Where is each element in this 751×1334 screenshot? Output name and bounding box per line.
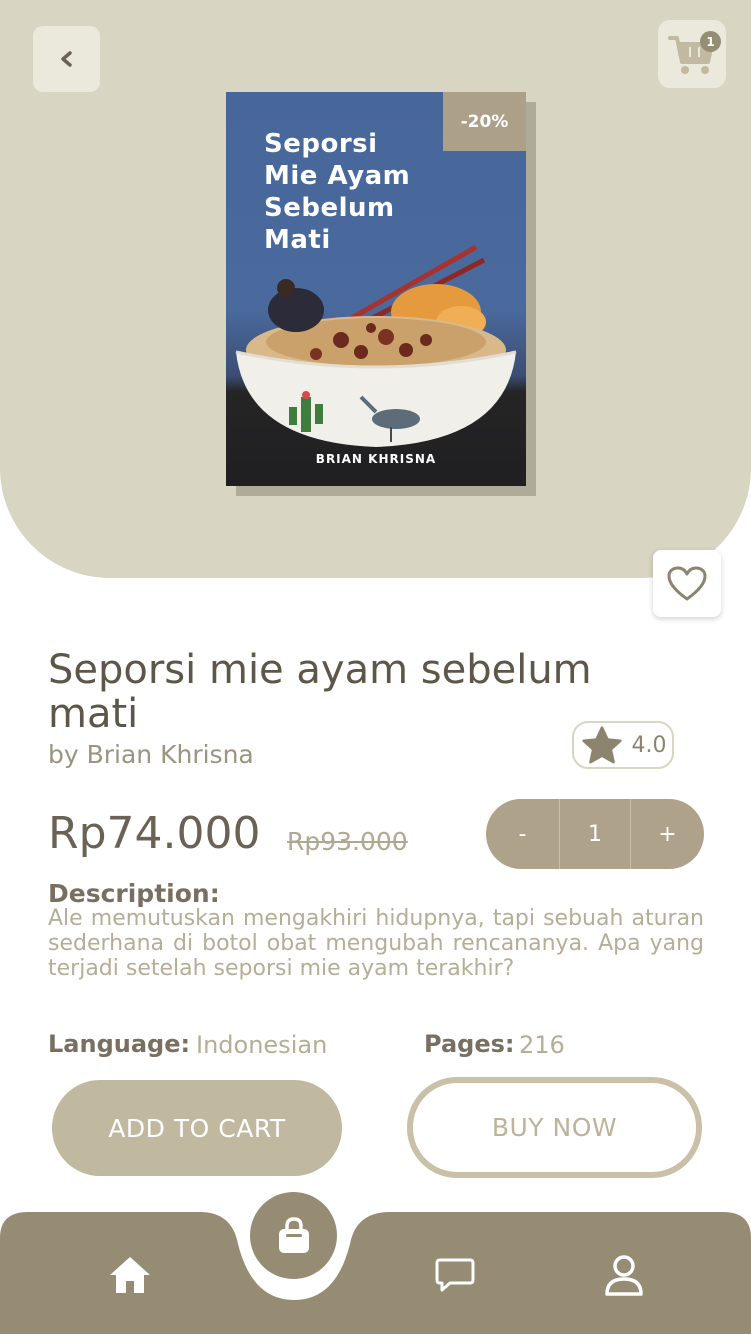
book-cover: Seporsi Mie Ayam Sebelum Mati BRIAN KHRI… xyxy=(226,92,526,486)
chevron-left-icon xyxy=(60,51,72,67)
star-icon xyxy=(581,726,622,764)
quantity-value[interactable]: 1 xyxy=(559,799,631,869)
book-title: Seporsi mie ayam sebelum mati xyxy=(48,647,592,737)
nav-home-button[interactable] xyxy=(103,1250,157,1300)
nav-chat-button[interactable] xyxy=(431,1252,479,1298)
nav-profile-button[interactable] xyxy=(600,1250,648,1300)
profile-icon xyxy=(605,1255,643,1296)
language-value: Indonesian xyxy=(196,1031,328,1059)
description-text: Ale memutuskan mengakhiri hidupnya, tapi… xyxy=(48,906,704,981)
discount-badge: -20% xyxy=(443,92,526,151)
nav-shop-button[interactable] xyxy=(250,1192,337,1279)
bag-icon xyxy=(278,1216,309,1253)
original-price: Rp93.000 xyxy=(287,827,408,856)
language-label: Language: xyxy=(48,1030,191,1058)
pages-value: 216 xyxy=(519,1031,565,1059)
quantity-stepper: - 1 + xyxy=(486,799,704,869)
rating-badge: 4.0 xyxy=(572,721,674,769)
noodle-bowl-illustration xyxy=(235,244,517,447)
cart-button[interactable]: 1 xyxy=(658,20,726,88)
decrease-quantity-button[interactable]: - xyxy=(486,799,559,869)
add-to-cart-button[interactable]: ADD TO CART xyxy=(52,1080,342,1176)
back-button[interactable] xyxy=(33,26,100,92)
buy-now-button[interactable]: BUY NOW xyxy=(407,1077,702,1178)
favorite-button[interactable] xyxy=(653,550,721,617)
chat-icon xyxy=(435,1258,475,1292)
book-author: by Brian Khrisna xyxy=(48,740,254,769)
heart-icon xyxy=(667,566,707,600)
description-label: Description: xyxy=(48,879,220,908)
increase-quantity-button[interactable]: + xyxy=(631,799,704,869)
pages-label: Pages: xyxy=(424,1030,515,1058)
rating-value: 4.0 xyxy=(631,732,667,758)
current-price: Rp74.000 xyxy=(48,808,261,859)
home-icon xyxy=(110,1257,150,1293)
cart-count-badge: 1 xyxy=(700,31,721,52)
book-cover-author: BRIAN KHRISNA xyxy=(315,452,437,466)
